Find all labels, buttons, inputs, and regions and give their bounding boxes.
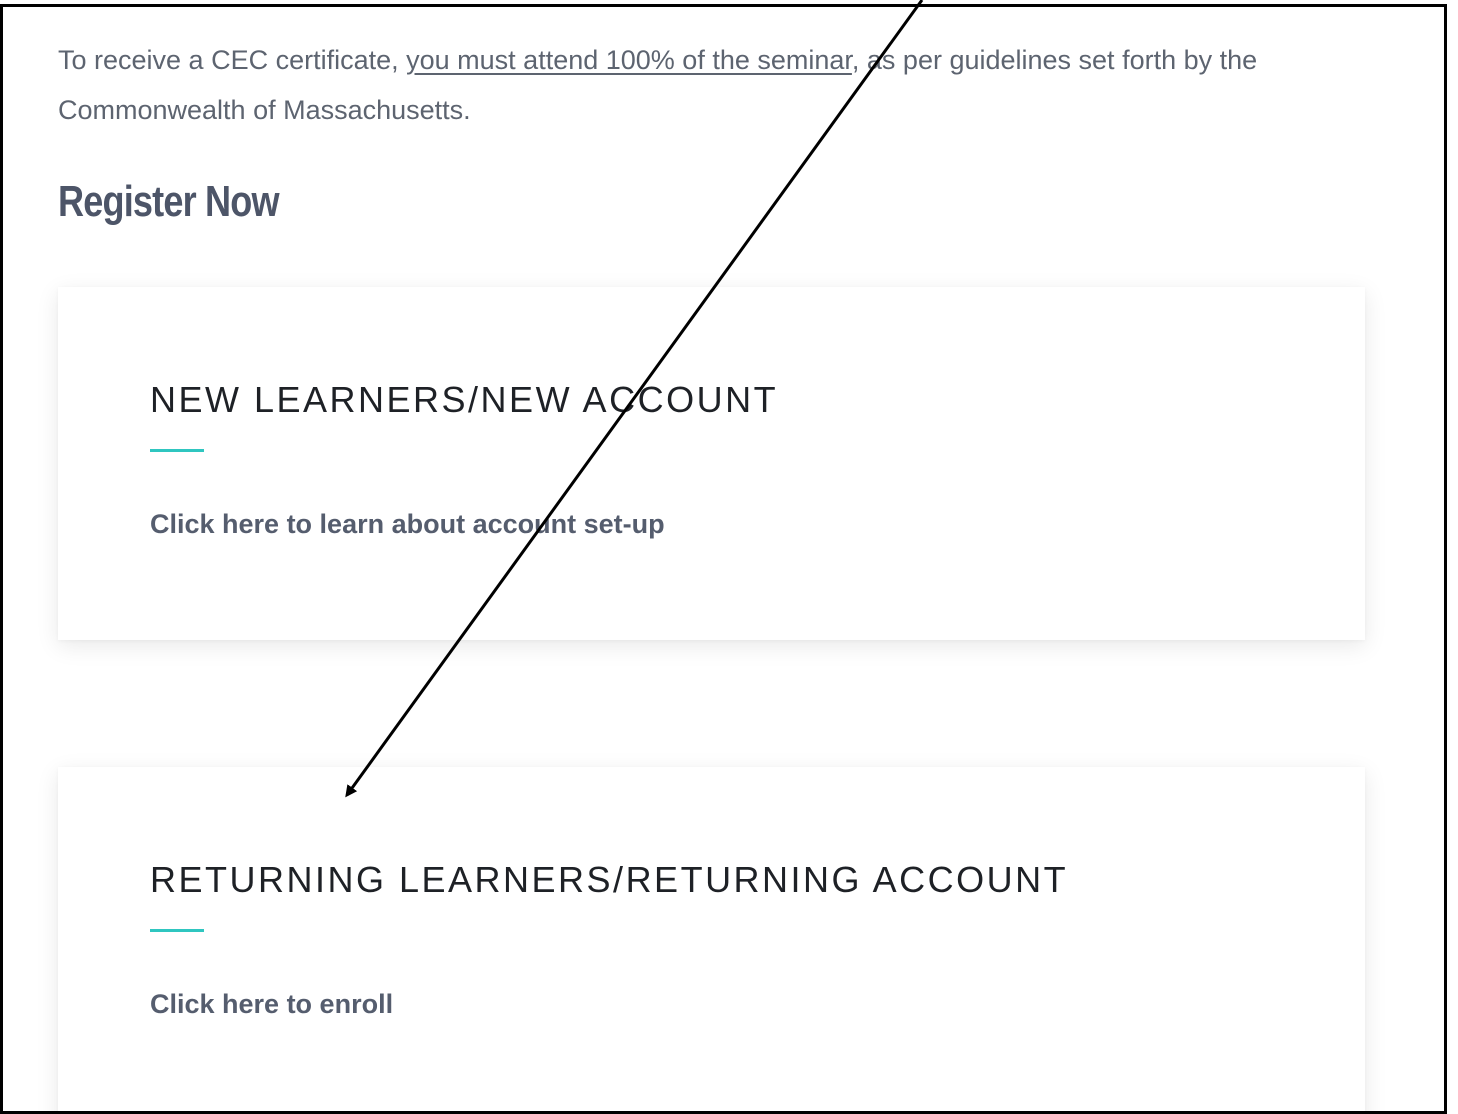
attendance-requirement-link[interactable]: you must attend 100% of the seminar [406, 45, 852, 75]
enroll-link[interactable]: Click here to enroll [150, 989, 393, 1020]
new-learners-title: NEW LEARNERS/NEW ACCOUNT [150, 379, 779, 420]
returning-learners-card: RETURNING LEARNERS/RETURNING ACCOUNT Cli… [58, 767, 1365, 1111]
account-setup-link[interactable]: Click here to learn about account set-up [150, 509, 665, 540]
scrollbar-track [1444, 17, 1447, 447]
title-accent-line [150, 929, 204, 932]
register-now-heading: Register Now [58, 177, 280, 226]
returning-learners-title: RETURNING LEARNERS/RETURNING ACCOUNT [150, 859, 1069, 900]
new-learners-card: NEW LEARNERS/NEW ACCOUNT Click here to l… [58, 287, 1365, 640]
intro-paragraph: To receive a CEC certificate, you must a… [58, 35, 1378, 135]
title-accent-line [150, 449, 204, 452]
screenshot-frame: To receive a CEC certificate, you must a… [0, 4, 1447, 1114]
intro-prefix: To receive a CEC certificate, [58, 45, 407, 75]
